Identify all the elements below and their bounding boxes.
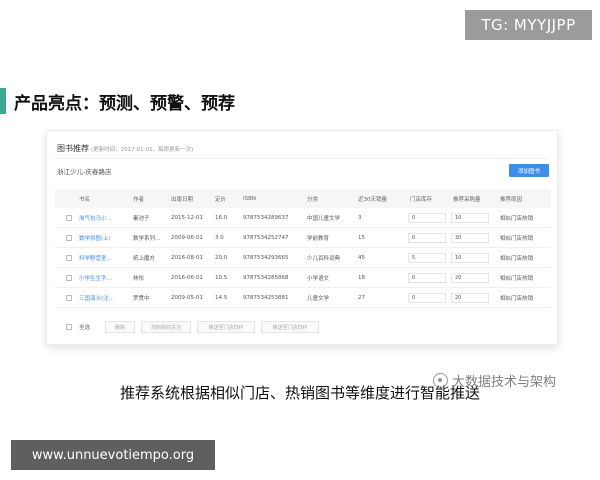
row-checkbox[interactable] [66,255,72,261]
book-title-link[interactable]: 小学生生字… [79,268,112,287]
reason-cell: 相似门店热销 [500,275,534,282]
store-name: 浙江少儿-庆春路店 [57,168,112,176]
sales-cell: 15 [358,234,365,241]
purchase-qty-input[interactable]: 20 [451,293,489,303]
col-reason: 推荐原因 [500,196,523,203]
author-cell: 数学系列… [133,235,161,242]
category-cell: 小学语文 [307,275,330,282]
select-all-checkbox[interactable] [66,324,72,330]
table-row: 小学生生字… 林彤 2016-06-01 10.5 9787534285868 小学语文 1… [55,268,551,288]
author-cell: 秦池子 [133,215,150,222]
author-cell: 纸上魔方 [133,255,156,262]
isbn-cell: 9787534252747 [243,234,289,241]
watermark-text: 大数据技术与架构 [452,375,557,390]
book-title-link[interactable]: 科学野营室… [79,248,112,267]
purchase-qty-input[interactable]: 10 [451,213,489,223]
price-cell: 20.0 [215,254,228,261]
recommendation-table: 书名 作者 出版日期 定价 ISBN 分类 近30天销量 门店库存 推荐采购量 … [55,189,551,308]
sales-cell: 18 [358,274,365,281]
sales-cell: 3 [358,214,362,221]
tg-badge: TG: MYYJJPP [465,10,592,40]
watermark: 大数据技术与架构 [433,371,556,390]
category-cell: 少儿百科词典 [307,255,341,262]
book-title-link[interactable]: 三国演义(注… [79,288,114,307]
table-row: 数学拼图(上) 数学系列… 2009-06-01 3.0 9787534252747 学前… [55,228,551,248]
col-date: 出版日期 [171,196,194,203]
col-price: 定价 [215,196,227,203]
push-all-erp-button[interactable]: 推送至门店ERP [261,321,319,333]
table-row: 淘气包马小… 秦池子 2015-12-01 16.0 9787534289637 中国儿童… [55,208,551,228]
date-cell: 2009-05-01 [171,294,203,301]
table-header: 书名 作者 出版日期 定价 ISBN 分类 近30天销量 门店库存 推荐采购量 … [55,189,551,208]
stock-input[interactable]: 0 [408,293,446,303]
row-checkbox[interactable] [66,235,72,241]
isbn-cell: 9787534293665 [243,254,289,261]
stock-input[interactable]: 0 [408,213,446,223]
date-cell: 2016-08-01 [171,254,203,261]
add-to-follow-button[interactable]: 加到我的关注 [141,321,191,333]
col-isbn: ISBN [243,195,257,202]
sales-cell: 45 [358,254,365,261]
category-cell: 学前教育 [307,235,330,242]
isbn-cell: 9787534285868 [243,274,289,281]
price-cell: 3.0 [215,234,224,241]
isbn-cell: 9787534289637 [243,214,289,221]
panel-title-text: 图书推荐 [57,144,89,153]
sales-cell: 27 [358,294,365,301]
stock-input[interactable]: 0 [408,233,446,243]
purchase-qty-input[interactable]: 30 [451,233,489,243]
table-body: 淘气包马小… 秦池子 2015-12-01 16.0 9787534289637 中国儿童… [55,208,551,308]
panel-update-note: (更新时间：2017-01-01，每周更新一次) [91,147,194,153]
category-cell: 中国儿童文学 [307,215,341,222]
col-category: 分类 [307,196,319,203]
url-badge: www.unnuevotiempo.org [11,440,215,470]
purchase-qty-input[interactable]: 10 [451,253,489,263]
date-cell: 2015-12-01 [171,214,203,221]
select-all-label: 全选 [79,325,91,331]
push-store-erp-button[interactable]: 推送至门店ERP [197,321,255,333]
category-cell: 儿童文学 [307,295,330,302]
date-cell: 2009-06-01 [171,234,203,241]
headline-text: 产品亮点：预测、预警、预荐 [14,93,235,114]
stock-input[interactable]: 5 [408,253,446,263]
price-cell: 14.5 [215,294,228,301]
table-row: 三国演义(注… 罗贯中 2009-05-01 14.5 9787534253881 儿童文… [55,288,551,308]
book-title-link[interactable]: 淘气包马小… [79,208,112,227]
isbn-cell: 9787534253881 [243,294,289,301]
col-sales: 近30天销量 [358,196,387,203]
book-recommendation-panel: 图书推荐 (更新时间：2017-01-01，每周更新一次) 浙江少儿-庆春路店 添… [46,130,558,345]
col-author: 作者 [133,196,145,203]
slide-headline: 产品亮点：预测、预警、预荐 [0,86,235,116]
book-title-link[interactable]: 数学拼图(上) [79,228,111,247]
reason-cell: 相似门店热销 [500,235,534,242]
wechat-logo-icon [433,373,448,388]
stock-input[interactable]: 0 [408,273,446,283]
panel-title: 图书推荐 (更新时间：2017-01-01，每周更新一次) [57,143,193,154]
author-cell: 罗贯中 [133,295,150,302]
col-title: 书名 [79,196,91,203]
table-row: 科学野营室… 纸上魔方 2016-08-01 20.0 9787534293665 少儿百… [55,248,551,268]
reason-cell: 相似门店热销 [500,255,534,262]
price-cell: 16.0 [215,214,228,221]
reason-cell: 相似门店热销 [500,215,534,222]
table-footer: 全选 删除 加到我的关注 推送至门店ERP 推送至门店ERP [55,319,551,335]
add-book-button[interactable]: 添加图书 [509,164,549,177]
col-stock: 门店库存 [410,196,433,203]
row-checkbox[interactable] [66,275,72,281]
price-cell: 10.5 [215,274,228,281]
purchase-qty-input[interactable]: 20 [451,273,489,283]
row-checkbox[interactable] [66,215,72,221]
author-cell: 林彤 [133,275,145,282]
row-checkbox[interactable] [66,295,72,301]
headline-accent-bar [0,88,6,114]
col-qty: 推荐采购量 [453,196,481,203]
delete-button[interactable]: 删除 [105,321,135,333]
reason-cell: 相似门店热销 [500,295,534,302]
date-cell: 2016-06-01 [171,274,203,281]
panel-divider [55,158,549,159]
